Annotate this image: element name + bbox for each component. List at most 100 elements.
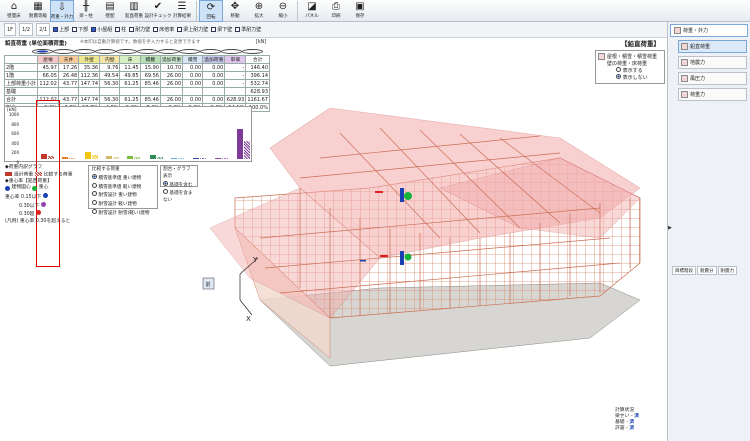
radio[interactable] bbox=[53, 48, 74, 54]
layer-check-6[interactable]: 梁上耐力壁 bbox=[177, 26, 208, 33]
column-radio-1[interactable] bbox=[53, 48, 74, 54]
table-cell[interactable]: 0.00 bbox=[202, 71, 226, 80]
sidebar-item-3[interactable]: 荷重力 bbox=[678, 88, 747, 101]
sidebar-tab-0[interactable]: 目標階段 bbox=[672, 266, 696, 275]
table-cell[interactable]: 17.26 bbox=[57, 63, 80, 72]
floor-button-0[interactable]: 1F bbox=[4, 23, 17, 36]
table-cell[interactable]: 396.14 bbox=[245, 71, 270, 80]
table-cell[interactable] bbox=[159, 87, 184, 96]
radio[interactable] bbox=[92, 191, 97, 197]
checkbox[interactable] bbox=[153, 27, 159, 32]
compare-option-3[interactable]: 耐雪設計 軽い建物 bbox=[92, 200, 154, 209]
radio[interactable] bbox=[92, 182, 97, 188]
column-radio-7[interactable] bbox=[179, 48, 200, 54]
toolbar-button-5[interactable]: ▥ 鉛直荷重 bbox=[122, 0, 146, 22]
table-cell[interactable]: 1161.67 bbox=[245, 95, 270, 104]
table-cell[interactable] bbox=[119, 87, 141, 96]
column-radio-5[interactable] bbox=[137, 48, 158, 54]
column-radio-9[interactable] bbox=[221, 48, 242, 54]
layer-check-0[interactable]: 上部 bbox=[53, 26, 69, 33]
table-cell[interactable] bbox=[202, 87, 226, 96]
layer-check-1[interactable]: 下部 bbox=[72, 26, 88, 33]
checkbox[interactable] bbox=[91, 27, 97, 32]
table-cell[interactable]: 112.02 bbox=[37, 79, 59, 88]
table-cell[interactable]: 147.74 bbox=[78, 79, 101, 88]
radio[interactable] bbox=[32, 48, 53, 54]
radio[interactable] bbox=[92, 200, 97, 206]
radio[interactable] bbox=[137, 48, 158, 54]
radio[interactable] bbox=[92, 173, 97, 179]
layer-check-3[interactable]: 柱 bbox=[115, 26, 126, 33]
compare-option-2[interactable]: 耐雪設計 重い建物 bbox=[92, 191, 154, 200]
checkbox[interactable] bbox=[72, 27, 78, 32]
table-cell[interactable]: 0.00 bbox=[182, 79, 204, 88]
model-viewport[interactable]: 前 Y X ※本印は自動計算値です。数値を手入力すると変更できます 鉛直荷重 (… bbox=[0, 38, 667, 441]
checkbox[interactable] bbox=[211, 27, 217, 32]
toolbar-button-9[interactable]: ✥ 移動 bbox=[223, 0, 247, 22]
column-radio-0[interactable] bbox=[32, 48, 53, 54]
toolbar-button-8[interactable]: ⟳ 回転 bbox=[199, 0, 223, 22]
table-cell[interactable]: 0.00 bbox=[202, 63, 226, 72]
sidebar-item-2[interactable]: 風圧力 bbox=[678, 72, 747, 85]
radio[interactable] bbox=[74, 48, 95, 54]
show-option[interactable]: 表示する bbox=[616, 67, 662, 74]
layer-check-8[interactable]: 準耐力壁 bbox=[235, 26, 261, 33]
table-cell[interactable]: 61.25 bbox=[119, 79, 141, 88]
table-cell[interactable] bbox=[182, 87, 204, 96]
table-cell[interactable]: 49.85 bbox=[119, 71, 141, 80]
radio[interactable] bbox=[221, 48, 242, 54]
table-cell[interactable]: 147.74 bbox=[78, 95, 101, 104]
table-cell[interactable]: 0.00 bbox=[182, 63, 204, 72]
toolbar-button-12[interactable]: ◪ パネル bbox=[300, 0, 324, 22]
sidebar-item-0[interactable]: 鉛直荷重 bbox=[678, 40, 747, 53]
collapse-arrow-icon[interactable]: ▶ bbox=[668, 225, 672, 231]
radio[interactable] bbox=[163, 189, 168, 195]
table-cell[interactable] bbox=[99, 87, 121, 96]
compare-option-4[interactable]: 耐雪設計 耐雪(軽い)建物 bbox=[92, 208, 154, 218]
table-cell[interactable]: 66.05 bbox=[37, 71, 59, 80]
table-cell[interactable]: 43.77 bbox=[57, 95, 80, 104]
column-radio-3[interactable] bbox=[95, 48, 116, 54]
column-radio-2[interactable] bbox=[74, 48, 95, 54]
table-cell[interactable]: 11.45 bbox=[119, 63, 141, 72]
toolbar-button-1[interactable]: ▦ 耐震等級 bbox=[26, 0, 50, 22]
table-cell[interactable]: 61.25 bbox=[119, 95, 141, 104]
table-cell[interactable]: 85.46 bbox=[139, 79, 161, 88]
table-cell[interactable]: 0.00 bbox=[182, 95, 204, 104]
compare-option-1[interactable]: 積雪基準値 軽い建物 bbox=[92, 182, 154, 192]
table-cell[interactable] bbox=[139, 87, 161, 96]
table-cell[interactable]: 112.36 bbox=[78, 71, 101, 80]
radio[interactable] bbox=[92, 208, 97, 214]
checkbox[interactable] bbox=[115, 27, 121, 32]
checkbox[interactable] bbox=[53, 27, 59, 32]
radio[interactable] bbox=[179, 48, 200, 54]
sidebar-head[interactable]: 荷重・外力 bbox=[670, 24, 748, 37]
floor-button-2[interactable]: 2/1 bbox=[36, 23, 51, 36]
floor-button-1[interactable]: 1/2 bbox=[19, 23, 34, 36]
table-cell[interactable]: 56.30 bbox=[99, 79, 121, 88]
display-option-1[interactable]: 基礎を含まない bbox=[163, 189, 195, 205]
table-cell[interactable]: 35.36 bbox=[78, 63, 101, 72]
radio[interactable] bbox=[163, 180, 168, 186]
column-radio-8[interactable] bbox=[200, 48, 221, 54]
table-cell[interactable]: 112.02 bbox=[37, 95, 59, 104]
table-cell[interactable]: 49.54 bbox=[99, 71, 121, 80]
table-cell[interactable] bbox=[37, 87, 59, 96]
compare-option-0[interactable]: 積雪基準値 重い建物 bbox=[92, 173, 154, 183]
table-cell[interactable]: 9.76 bbox=[99, 63, 121, 72]
table-cell[interactable]: - bbox=[224, 63, 247, 72]
table-cell[interactable]: 26.00 bbox=[159, 79, 184, 88]
toolbar-button-13[interactable]: ⎙ 印刷 bbox=[324, 0, 348, 22]
radio[interactable] bbox=[158, 48, 179, 54]
table-cell[interactable]: 43.77 bbox=[57, 79, 80, 88]
checkbox[interactable] bbox=[129, 27, 135, 32]
table-cell[interactable]: 15.90 bbox=[139, 63, 161, 72]
toolbar-button-6[interactable]: ✔ 設計チェック bbox=[145, 0, 172, 22]
table-cell[interactable]: - bbox=[224, 79, 247, 88]
sidebar-tab-2[interactable]: 耐震力 bbox=[717, 266, 737, 275]
hide-option[interactable]: 表示しない bbox=[616, 74, 662, 81]
checkbox[interactable] bbox=[235, 27, 241, 32]
table-cell[interactable]: 85.46 bbox=[139, 95, 161, 104]
layer-check-5[interactable]: 床倍率 bbox=[153, 26, 174, 33]
layer-check-7[interactable]: 梁下壁 bbox=[211, 26, 232, 33]
